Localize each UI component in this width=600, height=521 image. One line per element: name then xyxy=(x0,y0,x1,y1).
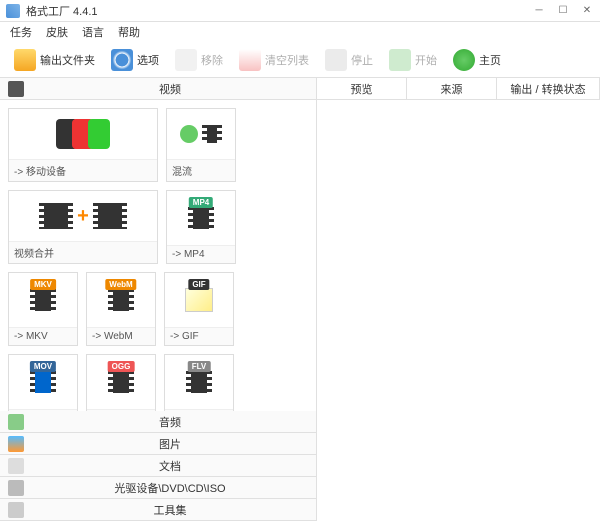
toolbox-icon xyxy=(8,502,24,518)
format-badge: OGG xyxy=(108,361,135,372)
task-list xyxy=(317,100,600,521)
toolbar-label: 清空列表 xyxy=(265,52,309,68)
format-badge: MP4 xyxy=(189,197,213,208)
gif-icon: GIF xyxy=(165,273,233,327)
tile-mov[interactable]: MOV -> MOV xyxy=(8,354,78,411)
options-icon xyxy=(111,49,133,71)
mov-icon: MOV xyxy=(9,355,77,409)
menu-language[interactable]: 语言 xyxy=(82,24,104,40)
mp4-icon: MP4 xyxy=(167,191,235,245)
menu-bar: 任务 皮肤 语言 帮助 xyxy=(0,22,600,42)
tile-label: -> GIF xyxy=(165,327,233,345)
tile-mkv[interactable]: MKV -> MKV xyxy=(8,272,78,346)
globe-icon xyxy=(453,49,475,71)
tile-join[interactable]: + 视频合并 xyxy=(8,190,158,264)
section-video[interactable]: 视频 xyxy=(0,78,316,100)
menu-help[interactable]: 帮助 xyxy=(118,24,140,40)
format-badge: MOV xyxy=(30,361,56,372)
tile-mp4[interactable]: MP4 -> MP4 xyxy=(166,190,236,264)
play-icon xyxy=(389,49,411,71)
col-source[interactable]: 来源 xyxy=(407,78,497,99)
audio-icon xyxy=(8,414,24,430)
minimize-button[interactable]: ─ xyxy=(532,4,546,18)
remove-icon xyxy=(175,49,197,71)
clear-list-button: 清空列表 xyxy=(233,47,315,73)
right-panel: 预览 来源 输出 / 转换状态 xyxy=(317,78,600,521)
section-label: 光驱设备\DVD\CD\ISO xyxy=(32,480,308,496)
section-toolbox[interactable]: 工具集 xyxy=(0,499,316,521)
section-picture[interactable]: 图片 xyxy=(0,433,316,455)
picture-icon xyxy=(8,436,24,452)
section-label: 视频 xyxy=(32,81,308,97)
section-audio[interactable]: 音频 xyxy=(0,411,316,433)
section-label: 图片 xyxy=(32,436,308,452)
video-icon xyxy=(8,81,24,97)
toolbar-label: 移除 xyxy=(201,52,223,68)
home-button[interactable]: 主页 xyxy=(447,47,507,73)
tile-gif[interactable]: GIF -> GIF xyxy=(164,272,234,346)
video-join-icon: + xyxy=(9,191,157,241)
stop-icon xyxy=(325,49,347,71)
tile-mobile[interactable]: -> 移动设备 xyxy=(8,108,158,182)
section-label: 音频 xyxy=(32,414,308,430)
ogg-icon: OGG xyxy=(87,355,155,409)
section-label: 文档 xyxy=(32,458,308,474)
title-bar: 格式工厂 4.4.1 ─ ☐ ✕ xyxy=(0,0,600,22)
tile-label: 混流 xyxy=(167,159,235,181)
tile-flv[interactable]: FLV -> FLV xyxy=(164,354,234,411)
tile-label: -> MKV xyxy=(9,327,77,345)
tile-label: -> WebM xyxy=(87,327,155,345)
section-drive[interactable]: 光驱设备\DVD\CD\ISO xyxy=(0,477,316,499)
mobile-device-icon xyxy=(9,109,157,159)
remove-button: 移除 xyxy=(169,47,229,73)
toolbar-label: 主页 xyxy=(479,52,501,68)
maximize-button[interactable]: ☐ xyxy=(556,4,570,18)
section-label: 工具集 xyxy=(32,502,308,518)
toolbar-label: 选项 xyxy=(137,52,159,68)
webm-icon: WebM xyxy=(87,273,155,327)
tile-label: -> 移动设备 xyxy=(9,159,157,181)
toolbar-label: 输出文件夹 xyxy=(40,52,95,68)
video-grid: -> 移动设备 混流 + 视频合并 MP4 -> MP4 xyxy=(0,100,316,411)
format-badge: GIF xyxy=(188,279,209,290)
col-status[interactable]: 输出 / 转换状态 xyxy=(497,78,600,99)
tile-ogg[interactable]: OGG -> OGG xyxy=(86,354,156,411)
menu-skin[interactable]: 皮肤 xyxy=(46,24,68,40)
folder-icon xyxy=(14,49,36,71)
mkv-icon: MKV xyxy=(9,273,77,327)
app-icon xyxy=(6,4,20,18)
document-icon xyxy=(8,458,24,474)
format-badge: FLV xyxy=(188,361,211,372)
toolbar-label: 开始 xyxy=(415,52,437,68)
clear-icon xyxy=(239,49,261,71)
output-folder-button[interactable]: 输出文件夹 xyxy=(8,47,101,73)
options-button[interactable]: 选项 xyxy=(105,47,165,73)
toolbar: 输出文件夹 选项 移除 清空列表 停止 开始 主页 xyxy=(0,42,600,78)
tile-label: -> MOV xyxy=(9,409,77,411)
tile-label: -> OGG xyxy=(87,409,155,411)
flv-icon: FLV xyxy=(165,355,233,409)
section-document[interactable]: 文档 xyxy=(0,455,316,477)
window-title: 格式工厂 4.4.1 xyxy=(26,3,532,19)
tile-mux[interactable]: 混流 xyxy=(166,108,236,182)
col-preview[interactable]: 预览 xyxy=(317,78,407,99)
left-panel: 视频 -> 移动设备 混流 + 视频合并 xyxy=(0,78,317,521)
tile-webm[interactable]: WebM -> WebM xyxy=(86,272,156,346)
format-badge: MKV xyxy=(30,279,56,290)
stop-button: 停止 xyxy=(319,47,379,73)
drive-icon xyxy=(8,480,24,496)
close-button[interactable]: ✕ xyxy=(580,4,594,18)
tile-label: -> MP4 xyxy=(167,245,235,263)
list-header: 预览 来源 输出 / 转换状态 xyxy=(317,78,600,100)
start-button: 开始 xyxy=(383,47,443,73)
menu-task[interactable]: 任务 xyxy=(10,24,32,40)
mux-icon xyxy=(167,109,235,159)
tile-label: 视频合并 xyxy=(9,241,157,263)
format-badge: WebM xyxy=(105,279,136,290)
tile-label: -> FLV xyxy=(165,409,233,411)
toolbar-label: 停止 xyxy=(351,52,373,68)
